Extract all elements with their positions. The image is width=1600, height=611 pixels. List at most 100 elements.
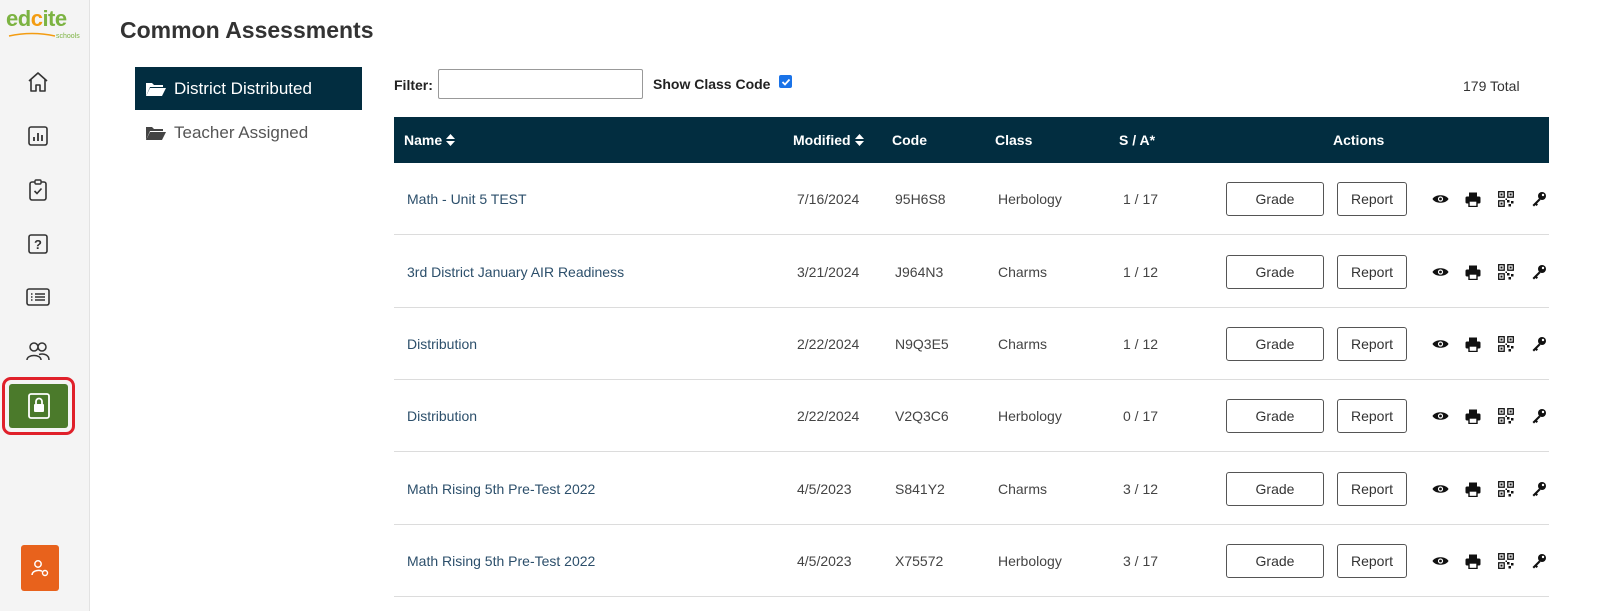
sort-icon xyxy=(446,134,456,146)
assessment-name-link[interactable]: Distribution xyxy=(407,336,477,352)
class-code: X75572 xyxy=(895,553,944,569)
print-icon[interactable] xyxy=(1464,190,1482,208)
table-row: Math Rising 5th Pre-Test 2022 4/5/2023 S… xyxy=(394,453,1549,525)
report-button[interactable]: Report xyxy=(1337,472,1407,506)
nav-questions[interactable]: ? xyxy=(23,229,53,259)
qr-code-icon[interactable] xyxy=(1497,263,1515,281)
folder-open-icon xyxy=(146,82,166,96)
qr-code-icon[interactable] xyxy=(1497,407,1515,425)
nav-users[interactable] xyxy=(23,336,53,366)
question-icon: ? xyxy=(28,234,48,254)
print-icon[interactable] xyxy=(1464,407,1482,425)
table-header: Name Modified Code Class S / A* Actions xyxy=(394,117,1549,163)
show-class-code-checkbox[interactable] xyxy=(779,75,792,88)
assessment-name-link[interactable]: Math Rising 5th Pre-Test 2022 xyxy=(407,553,595,569)
eye-icon[interactable] xyxy=(1431,263,1449,281)
nav-assignments[interactable] xyxy=(23,175,53,205)
report-button[interactable]: Report xyxy=(1337,544,1407,578)
clipboard-check-icon xyxy=(29,179,47,201)
class-name: Herbology xyxy=(998,191,1062,207)
sort-icon xyxy=(854,134,864,146)
folder-teacher-assigned[interactable]: Teacher Assigned xyxy=(135,111,362,154)
qr-code-icon[interactable] xyxy=(1497,190,1515,208)
column-header-label: Name xyxy=(404,132,443,148)
qr-code-icon[interactable] xyxy=(1497,480,1515,498)
logo-wordmark: edcite xyxy=(6,6,67,31)
print-icon[interactable] xyxy=(1464,480,1482,498)
eye-icon[interactable] xyxy=(1431,552,1449,570)
nav-home[interactable] xyxy=(23,67,53,97)
column-header-class: Class xyxy=(995,132,1032,148)
user-settings-button[interactable] xyxy=(21,545,59,591)
eye-icon[interactable] xyxy=(1431,335,1449,353)
key-icon[interactable] xyxy=(1530,190,1548,208)
total-count: 179 Total xyxy=(1463,78,1520,94)
nav-reports[interactable] xyxy=(23,121,53,151)
print-icon[interactable] xyxy=(1464,335,1482,353)
column-header-label: Modified xyxy=(793,132,851,148)
filter-input[interactable] xyxy=(438,69,643,99)
grade-button[interactable]: Grade xyxy=(1226,544,1324,578)
assessment-name-link[interactable]: Math Rising 5th Pre-Test 2022 xyxy=(407,481,595,497)
report-button[interactable]: Report xyxy=(1337,327,1407,361)
logo-swoosh-icon xyxy=(8,32,56,37)
table-row: Math Rising 5th Pre-Test 2022 4/5/2023 X… xyxy=(394,525,1549,597)
modified-date: 3/21/2024 xyxy=(797,264,860,280)
grade-button[interactable]: Grade xyxy=(1226,182,1324,216)
logo-subtext: schools xyxy=(56,33,80,40)
class-name: Charms xyxy=(998,264,1048,280)
grade-button[interactable]: Grade xyxy=(1226,255,1324,289)
column-header-label: S / A* xyxy=(1119,132,1156,148)
report-button[interactable]: Report xyxy=(1337,255,1407,289)
key-icon[interactable] xyxy=(1530,335,1548,353)
key-icon[interactable] xyxy=(1530,552,1548,570)
submitted-assigned: 3 / 12 xyxy=(1123,481,1159,497)
checkmark-icon xyxy=(781,78,790,86)
list-icon xyxy=(26,288,50,306)
assessment-name-link[interactable]: Distribution xyxy=(407,408,477,424)
print-icon[interactable] xyxy=(1464,552,1482,570)
class-name: Charms xyxy=(998,336,1048,352)
show-class-code-label: Show Class Code xyxy=(653,76,771,92)
report-button[interactable]: Report xyxy=(1337,182,1407,216)
column-header-label: Class xyxy=(995,132,1033,148)
column-header-code: Code xyxy=(892,132,927,148)
grade-button[interactable]: Grade xyxy=(1226,399,1324,433)
nav-common-assessments-highlight xyxy=(9,384,68,428)
column-header-name[interactable]: Name xyxy=(404,132,456,148)
svg-text:?: ? xyxy=(34,237,42,252)
modified-date: 2/22/2024 xyxy=(797,336,860,352)
qr-code-icon[interactable] xyxy=(1497,552,1515,570)
key-icon[interactable] xyxy=(1530,263,1548,281)
eye-icon[interactable] xyxy=(1431,190,1449,208)
nav-common-assessments[interactable] xyxy=(2,377,75,435)
assessment-name-link[interactable]: Math - Unit 5 TEST xyxy=(407,191,527,207)
modified-date: 4/5/2023 xyxy=(797,481,852,497)
eye-icon[interactable] xyxy=(1431,407,1449,425)
folder-district-distributed[interactable]: District Distributed xyxy=(135,67,362,110)
modified-date: 7/16/2024 xyxy=(797,191,860,207)
report-button[interactable]: Report xyxy=(1337,399,1407,433)
qr-code-icon[interactable] xyxy=(1497,335,1515,353)
class-name: Charms xyxy=(998,481,1048,497)
eye-icon[interactable] xyxy=(1431,480,1449,498)
print-icon[interactable] xyxy=(1464,263,1482,281)
grade-button[interactable]: Grade xyxy=(1226,327,1324,361)
grade-button[interactable]: Grade xyxy=(1226,472,1324,506)
class-name: Herbology xyxy=(998,553,1062,569)
key-icon[interactable] xyxy=(1530,480,1548,498)
left-sidebar: edcite schools ? xyxy=(0,0,90,611)
edcite-logo[interactable]: edcite schools xyxy=(6,6,80,44)
class-code: J964N3 xyxy=(895,264,944,280)
column-header-modified[interactable]: Modified xyxy=(793,132,864,148)
assessment-name-link[interactable]: 3rd District January AIR Readiness xyxy=(407,264,624,280)
home-icon xyxy=(28,72,48,92)
user-settings-icon xyxy=(31,560,49,577)
nav-list[interactable] xyxy=(23,282,53,312)
folder-open-icon xyxy=(146,126,166,140)
key-icon[interactable] xyxy=(1530,407,1548,425)
users-icon xyxy=(26,342,50,361)
submitted-assigned: 1 / 12 xyxy=(1123,336,1159,352)
page-title: Common Assessments xyxy=(120,17,374,43)
class-code: N9Q3E5 xyxy=(895,336,949,352)
